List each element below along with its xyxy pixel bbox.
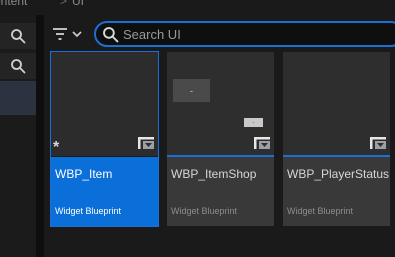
preview-button: - (244, 118, 263, 127)
search-icon (11, 29, 26, 44)
modified-marker: * (53, 139, 60, 156)
asset-type: Widget Blueprint (171, 206, 238, 216)
search-placeholder: Search UI (123, 27, 181, 42)
asset-card-wbp-itemshop[interactable]: - - WBP_ItemShop Widget Blueprint (167, 52, 274, 226)
asset-name: WBP_Item (55, 167, 113, 181)
sidebar (0, 15, 36, 257)
asset-thumbnail: - - (167, 52, 274, 156)
content-browser: Search UI * WBP_Item Widget Blueprint - … (44, 15, 395, 257)
sidebar-selected-item[interactable] (0, 81, 36, 115)
splitter[interactable] (36, 15, 44, 257)
asset-card-wbp-item[interactable]: * WBP_Item Widget Blueprint (50, 51, 159, 227)
sidebar-search-button-2[interactable] (0, 53, 36, 79)
asset-label-area: WBP_PlayerStatus Widget Blueprint (283, 157, 390, 226)
asset-card-wbp-playerstatus[interactable]: WBP_PlayerStatus Widget Blueprint (283, 52, 390, 226)
asset-thumbnail: * (51, 52, 158, 156)
asset-name: WBP_ItemShop (171, 167, 257, 181)
breadcrumb-content[interactable]: ontent (0, 0, 27, 8)
filter-button[interactable] (52, 23, 90, 45)
asset-label-area: WBP_ItemShop Widget Blueprint (167, 157, 274, 226)
search-input[interactable]: Search UI (94, 21, 395, 47)
asset-type: Widget Blueprint (287, 206, 354, 216)
filter-icon (53, 28, 67, 40)
search-icon (11, 59, 26, 74)
search-icon (103, 27, 119, 43)
widget-blueprint-icon (254, 137, 270, 149)
asset-name: WBP_PlayerStatus (287, 167, 390, 181)
asset-label-area: WBP_Item Widget Blueprint (51, 157, 158, 226)
breadcrumb-ui[interactable]: UI (72, 0, 84, 8)
asset-type: Widget Blueprint (55, 206, 122, 216)
breadcrumb: ontent > UI (0, 0, 395, 15)
sidebar-search-button[interactable] (0, 23, 36, 49)
breadcrumb-separator: > (60, 0, 68, 8)
widget-blueprint-icon (370, 137, 386, 149)
widget-blueprint-icon (138, 137, 154, 149)
asset-thumbnail (283, 52, 390, 156)
chevron-down-icon (72, 31, 82, 38)
preview-panel: - (173, 79, 210, 102)
